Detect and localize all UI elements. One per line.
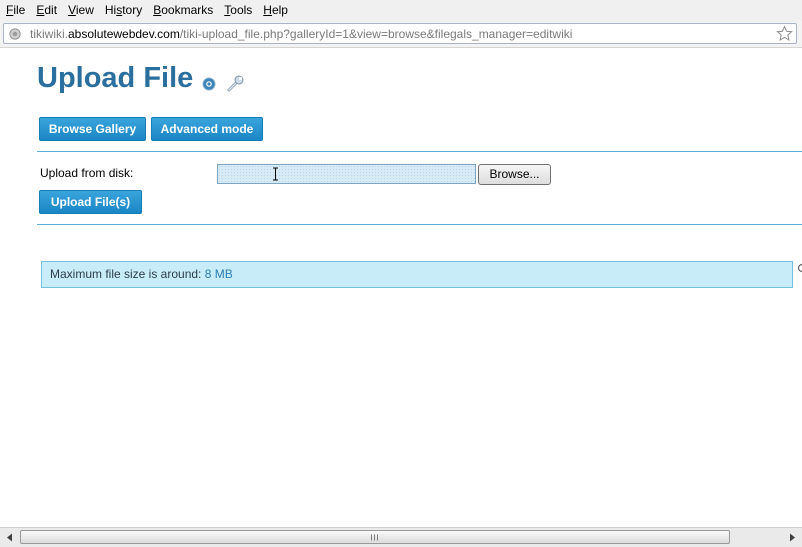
upload-from-disk-label: Upload from disk: — [40, 166, 134, 180]
menu-edit[interactable]: Edit — [30, 0, 62, 21]
notice-text: Maximum file size is around: — [50, 267, 205, 281]
help-icon[interactable] — [202, 77, 216, 91]
browse-gallery-button[interactable]: Browse Gallery — [39, 117, 146, 141]
text-cursor-icon — [273, 167, 278, 181]
menu-file[interactable]: File — [0, 0, 30, 21]
wrench-icon[interactable] — [226, 73, 246, 93]
page-content: Upload File Browse Gallery Advanced mode… — [0, 48, 802, 527]
grip-icon — [371, 534, 378, 541]
scrollbar-thumb[interactable] — [20, 530, 730, 544]
address-bar[interactable]: tikiwiki.absolutewebdev.com/tiki-upload_… — [3, 23, 797, 44]
max-file-size-notice: Maximum file size is around: 8 MB — [41, 261, 793, 288]
divider — [37, 224, 802, 225]
browse-file-button[interactable]: Browse... — [478, 164, 551, 185]
scroll-left-arrow-icon[interactable] — [2, 530, 18, 545]
divider — [37, 151, 802, 152]
file-path-input[interactable] — [217, 164, 476, 184]
advanced-mode-button[interactable]: Advanced mode — [151, 117, 263, 141]
notice-size: 8 MB — [204, 267, 233, 281]
star-icon[interactable] — [776, 25, 793, 42]
clipped-icon — [797, 263, 802, 273]
menu-history[interactable]: History — [99, 0, 147, 21]
address-text: tikiwiki.absolutewebdev.com/tiki-upload_… — [30, 27, 573, 41]
upload-files-button[interactable]: Upload File(s) — [39, 190, 142, 214]
page-title: Upload File — [37, 62, 194, 94]
scroll-right-arrow-icon[interactable] — [784, 530, 800, 545]
menu-bookmarks[interactable]: Bookmarks — [147, 0, 218, 21]
horizontal-scrollbar[interactable] — [0, 527, 802, 547]
navigation-toolbar: tikiwiki.absolutewebdev.com/tiki-upload_… — [0, 21, 802, 48]
menu-view[interactable]: View — [62, 0, 99, 21]
menu-tools[interactable]: Tools — [218, 0, 257, 21]
menu-help[interactable]: Help — [257, 0, 293, 21]
page-icon — [9, 28, 21, 40]
menu-bar: File Edit View History Bookmarks Tools H… — [0, 0, 802, 21]
